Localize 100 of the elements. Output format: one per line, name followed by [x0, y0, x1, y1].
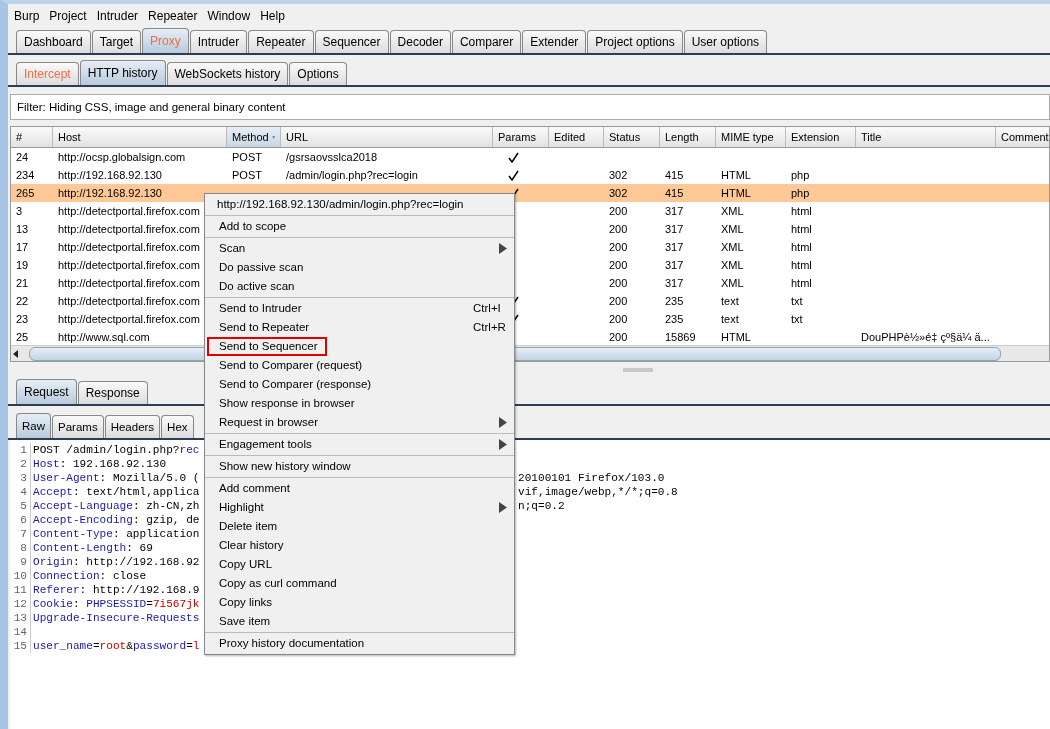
- tab[interactable]: Intruder: [189, 30, 248, 53]
- column-header[interactable]: Title: [856, 127, 996, 147]
- tab[interactable]: Comparer: [451, 30, 522, 53]
- table-cell: 200: [609, 295, 628, 307]
- menu-item[interactable]: Highlight: [207, 498, 512, 517]
- sort-descending-icon: [271, 133, 275, 141]
- tab[interactable]: Extender: [522, 30, 587, 53]
- table-cell[interactable]: 13: [16, 223, 29, 235]
- menu-item[interactable]: Engagement tools: [207, 435, 512, 454]
- menu-item[interactable]: Delete item: [207, 517, 512, 536]
- menu-item[interactable]: Show new history window: [207, 457, 512, 476]
- menu-item[interactable]: Send to Comparer (request): [207, 356, 512, 375]
- line-number: 8: [10, 541, 31, 555]
- menu-item[interactable]: Burp: [14, 9, 40, 23]
- menu-item[interactable]: Project: [49, 9, 87, 23]
- code-line: Origin: http://192.168.92: [33, 556, 200, 568]
- table-cell[interactable]: 234: [16, 169, 35, 181]
- line-number: 4: [10, 485, 31, 499]
- tab[interactable]: Raw: [16, 413, 51, 438]
- tab[interactable]: Headers: [104, 415, 161, 438]
- column-header[interactable]: Length: [660, 127, 716, 147]
- table-cell: html: [791, 205, 812, 217]
- table-cell[interactable]: 21: [16, 277, 29, 289]
- line-number: 13: [10, 611, 31, 625]
- code-line: Content-Type: application: [33, 528, 200, 540]
- tab[interactable]: WebSockets history: [166, 62, 289, 85]
- column-header[interactable]: Params: [493, 127, 549, 147]
- menu-item[interactable]: Copy URL: [207, 555, 512, 574]
- table-cell: 415: [665, 169, 684, 181]
- menu-item[interactable]: Send to Repeater Ctrl+R: [207, 318, 512, 337]
- tab[interactable]: User options: [683, 30, 768, 53]
- menu-item[interactable]: Add to scope: [207, 217, 512, 236]
- tab[interactable]: Repeater: [248, 30, 314, 53]
- column-header[interactable]: URL: [281, 127, 493, 147]
- tab[interactable]: Decoder: [389, 30, 451, 53]
- filter-bar[interactable]: Filter: Hiding CSS, image and general binary content: [10, 94, 1050, 120]
- menu-item[interactable]: Do active scan: [207, 277, 512, 296]
- code-line-fragment: n;q=0.2: [518, 499, 565, 513]
- column-header[interactable]: Extension: [786, 127, 856, 147]
- tab[interactable]: Response: [77, 381, 148, 404]
- menu-item[interactable]: Send to Sequencer: [207, 337, 327, 356]
- menu-item[interactable]: Copy links: [207, 593, 512, 612]
- menu-item[interactable]: Show response in browser: [207, 394, 512, 413]
- tab[interactable]: Project options: [587, 30, 683, 53]
- table-cell[interactable]: 22: [16, 295, 29, 307]
- scroll-left-arrow-icon[interactable]: [11, 348, 21, 359]
- line-number: 1: [10, 443, 31, 457]
- menu-item[interactable]: Repeater: [148, 9, 198, 23]
- table-cell: 200: [609, 223, 628, 235]
- table-cell[interactable]: 19: [16, 259, 29, 271]
- code-line: user_name=root&password=l: [33, 640, 200, 652]
- table-cell: php: [791, 169, 810, 181]
- table-cell: http://detectportal.firefox.com: [58, 241, 200, 253]
- code-line: Upgrade-Insecure-Requests: [33, 612, 200, 624]
- table-cell: 200: [609, 259, 628, 271]
- menu-item[interactable]: Send to Comparer (response): [207, 375, 512, 394]
- column-header[interactable]: Comment: [996, 127, 1050, 147]
- table-cell[interactable]: 24: [16, 151, 29, 163]
- tab[interactable]: Sequencer: [314, 30, 389, 53]
- code-line: Accept: text/html,applica: [33, 486, 200, 498]
- table-cell[interactable]: 265: [16, 187, 35, 199]
- table-cell: html: [791, 241, 812, 253]
- table-cell[interactable]: 23: [16, 313, 29, 325]
- column-header[interactable]: Method: [227, 127, 281, 147]
- menu-item[interactable]: Request in browser: [207, 413, 512, 432]
- code-line: User-Agent: Mozilla/5.0 (: [33, 472, 200, 484]
- table-cell[interactable]: 3: [16, 205, 23, 217]
- table-cell[interactable]: 17: [16, 241, 29, 253]
- tab[interactable]: Target: [91, 30, 142, 53]
- menu-item[interactable]: Add comment: [207, 479, 512, 498]
- menu-item[interactable]: Send to Intruder Ctrl+I: [207, 299, 512, 318]
- tab[interactable]: Params: [52, 415, 104, 438]
- menu-item[interactable]: Copy as curl command: [207, 574, 512, 593]
- tab[interactable]: HTTP history: [79, 60, 166, 85]
- tab[interactable]: Hex: [161, 415, 194, 438]
- line-number: 2: [10, 457, 31, 471]
- column-header[interactable]: #: [11, 127, 53, 147]
- splitter-handle[interactable]: [623, 368, 653, 372]
- line-number: 15: [10, 639, 31, 653]
- table-cell: 317: [665, 241, 684, 253]
- column-header[interactable]: MIME type: [716, 127, 786, 147]
- menu-item[interactable]: Scan: [207, 239, 512, 258]
- code-line: Accept-Encoding: gzip, de: [33, 514, 200, 526]
- menu-item[interactable]: Help: [260, 9, 285, 23]
- column-header[interactable]: Status: [604, 127, 660, 147]
- tab[interactable]: Request: [16, 379, 77, 404]
- menu-item[interactable]: Save item: [207, 612, 512, 631]
- table-cell[interactable]: 25: [16, 331, 29, 343]
- table-cell: 302: [609, 187, 628, 199]
- menu-item[interactable]: Proxy history documentation: [207, 634, 512, 653]
- menu-item[interactable]: Intruder: [96, 9, 139, 23]
- menu-item[interactable]: Do passive scan: [207, 258, 512, 277]
- table-cell: http://ocsp.globalsign.com: [58, 151, 186, 163]
- tab[interactable]: Options: [289, 62, 347, 85]
- menu-item[interactable]: Clear history: [207, 536, 512, 555]
- line-number: 5: [10, 499, 31, 513]
- table-cell: html: [791, 223, 812, 235]
- tab[interactable]: Dashboard: [16, 30, 91, 53]
- column-header[interactable]: Edited: [549, 127, 604, 147]
- menu-item[interactable]: Window: [207, 9, 251, 23]
